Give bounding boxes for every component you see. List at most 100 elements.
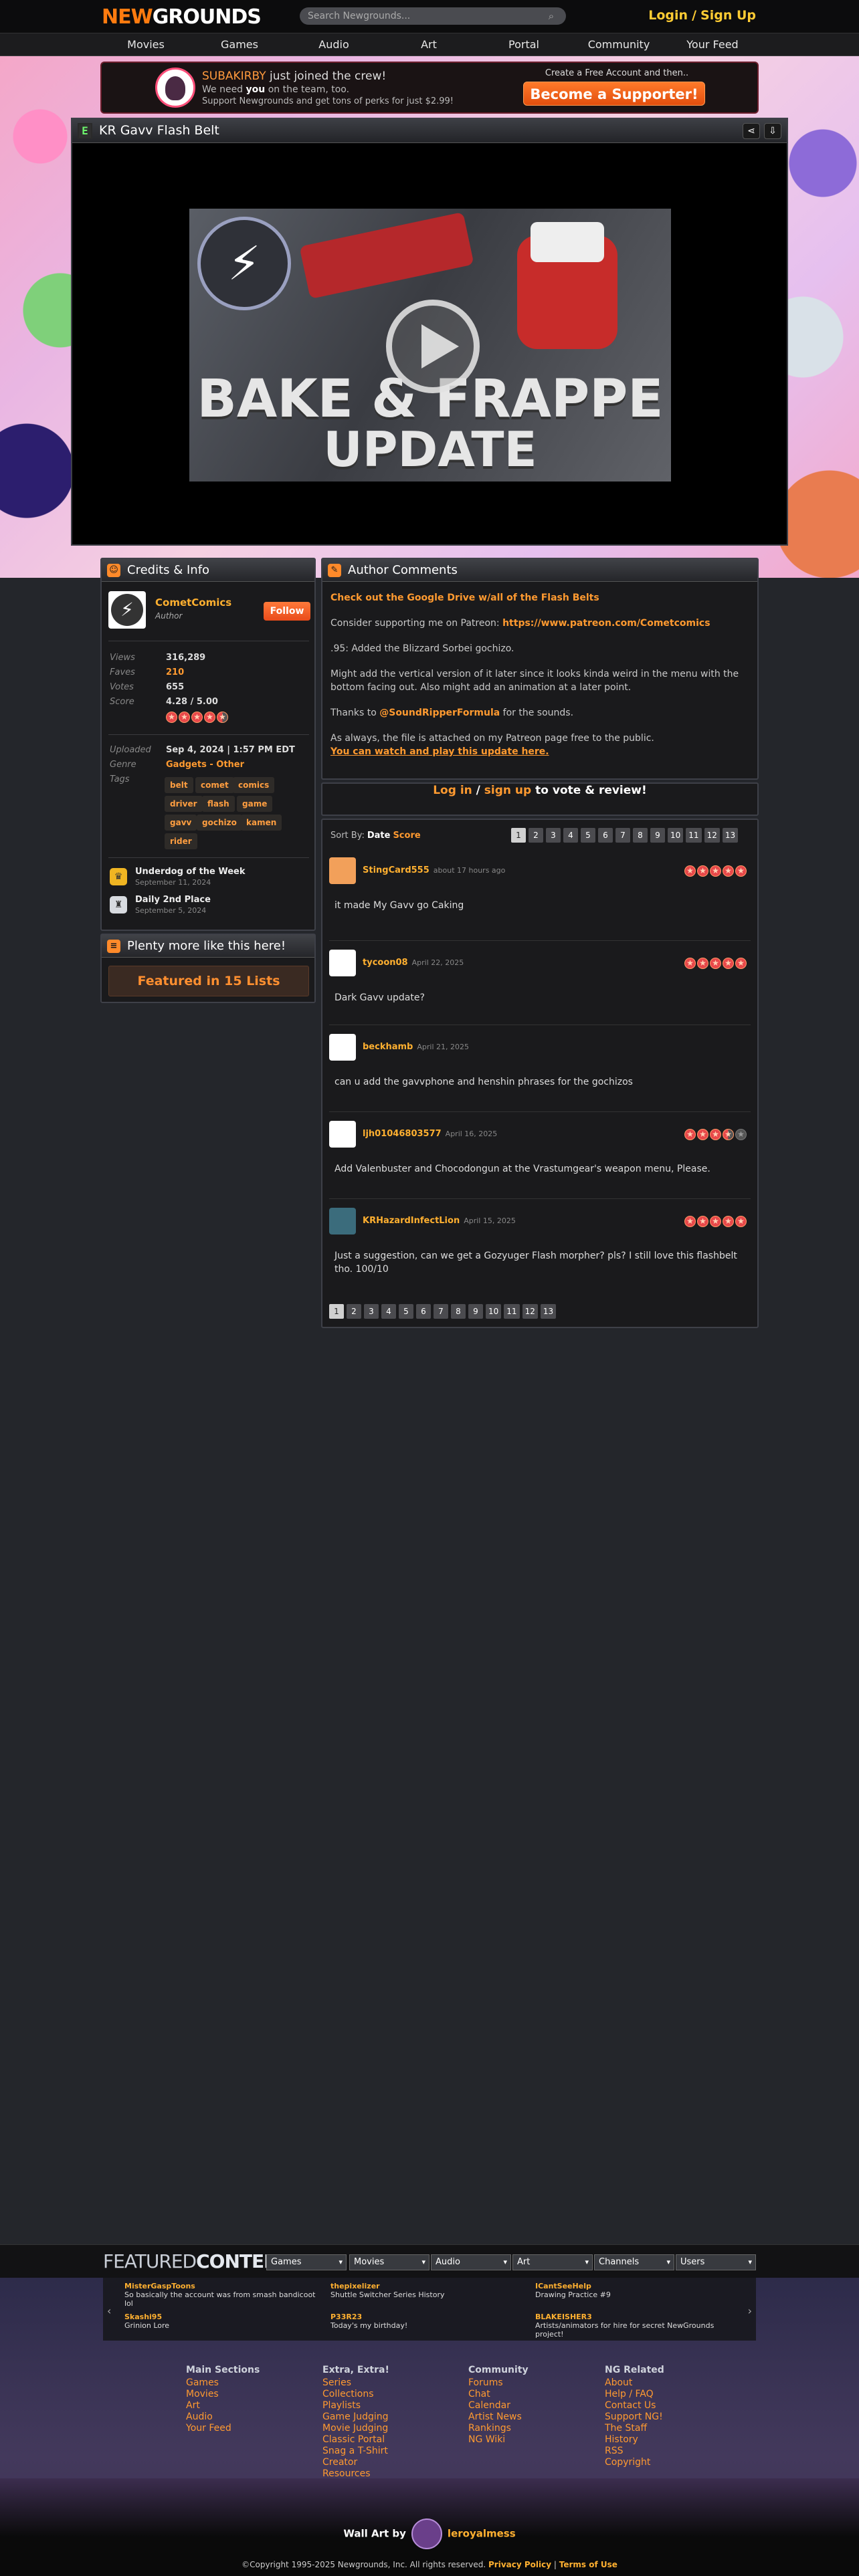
award-underdog[interactable]: ♛ Underdog of the Week September 11, 2024 [110, 867, 310, 891]
ticker-item[interactable]: ICantSeeHelp Drawing Practice #9 [535, 2282, 729, 2299]
page-9-button[interactable]: 9 [468, 1304, 483, 1319]
download-icon[interactable]: ⇩ [764, 123, 781, 139]
reviewer-name[interactable]: StingCard555 [363, 865, 430, 875]
footer-link[interactable]: Chat [468, 2389, 529, 2400]
stat-value[interactable]: 210 [166, 667, 184, 677]
become-supporter-button[interactable]: Become a Supporter! [523, 82, 705, 106]
video-thumbnail[interactable]: ⚡ BAKE & FRAPPE UPDATE [189, 209, 671, 481]
reviewer-name[interactable]: beckhamb [363, 1042, 413, 1052]
sound-credit-link[interactable]: @SoundRipperFormula [379, 708, 500, 718]
nav-movies[interactable]: Movies [102, 33, 189, 56]
footer-link[interactable]: Copyright [605, 2457, 664, 2468]
author-avatar[interactable] [108, 591, 146, 629]
tag-comics[interactable]: comics [233, 777, 275, 793]
page-5-button[interactable]: 5 [399, 1304, 413, 1319]
footer-link[interactable]: Artist News [468, 2411, 529, 2423]
reviewer-name[interactable]: ljh01046803577 [363, 1129, 442, 1139]
reviewer-avatar[interactable] [329, 857, 356, 884]
search-input[interactable] [308, 11, 545, 21]
page-7-button[interactable]: 7 [434, 1304, 448, 1319]
tag-comet[interactable]: comet [195, 777, 234, 793]
drive-link[interactable]: Check out the Google Drive w/all of the … [330, 591, 748, 605]
footer-link[interactable]: Your Feed [186, 2423, 260, 2434]
privacy-link[interactable]: Privacy Policy [488, 2560, 551, 2569]
author-name[interactable]: CometComics [155, 597, 231, 609]
page-12-button[interactable]: 12 [522, 1304, 538, 1319]
footer-link[interactable]: Audio [186, 2411, 260, 2423]
reviewer-avatar[interactable] [329, 1034, 356, 1061]
ticker-item[interactable]: thepixelizer Shuttle Switcher Series Hist… [330, 2282, 524, 2299]
footer-link[interactable]: Support NG! [605, 2411, 664, 2423]
page-6-button[interactable]: 6 [416, 1304, 431, 1319]
nav-your-feed[interactable]: Your Feed [669, 33, 756, 56]
share-icon[interactable]: ⋖ [743, 123, 760, 139]
login-vote-link[interactable]: Log in [433, 784, 472, 797]
ticker-item[interactable]: BLAKEISHER3 Artists/animators for hire fo… [535, 2313, 729, 2339]
page-13-button[interactable]: 13 [540, 1304, 557, 1319]
page-10-button[interactable]: 10 [486, 1304, 502, 1319]
footer-link[interactable]: Movie Judging [322, 2423, 389, 2434]
page-9-button[interactable]: 9 [650, 828, 665, 843]
ticker-item[interactable]: Skashi95 Grinion Lore [124, 2313, 318, 2330]
featured-select-users[interactable]: Users [676, 2254, 756, 2270]
follow-button[interactable]: Follow [264, 602, 310, 621]
footer-link[interactable]: NG Wiki [468, 2434, 529, 2446]
featured-select-movies[interactable]: Movies [349, 2254, 430, 2270]
nav-audio[interactable]: Audio [290, 33, 377, 56]
promo-username[interactable]: SUBAKIRBY [202, 70, 266, 83]
search-icon[interactable]: ⌕ [545, 10, 558, 22]
artist-avatar[interactable] [411, 2518, 442, 2549]
nav-portal[interactable]: Portal [480, 33, 567, 56]
tag-rider[interactable]: rider [165, 833, 197, 849]
footer-link[interactable]: The Staff [605, 2423, 664, 2434]
page-3-button[interactable]: 3 [546, 828, 561, 843]
footer-link[interactable]: Contact Us [605, 2400, 664, 2411]
drive-link-text[interactable]: Check out the Google Drive w/all of the … [330, 593, 599, 603]
signup-vote-link[interactable]: sign up [484, 784, 531, 797]
page-10-button[interactable]: 10 [668, 828, 684, 843]
footer-link[interactable]: RSS [605, 2446, 664, 2457]
new-supporter-avatar[interactable] [155, 68, 195, 108]
page-3-button[interactable]: 3 [364, 1304, 379, 1319]
tag-gochizo[interactable]: gochizo [197, 815, 242, 831]
page-2-button[interactable]: 2 [529, 828, 543, 843]
newgrounds-logo[interactable]: NEW GROUNDS [102, 5, 262, 29]
footer-link[interactable]: Playlists [322, 2400, 389, 2411]
reviewer-avatar[interactable] [329, 1208, 356, 1235]
page-6-button[interactable]: 6 [598, 828, 613, 843]
tag-belt[interactable]: belt [165, 777, 193, 793]
footer-link[interactable]: Games [186, 2377, 260, 2389]
footer-link[interactable]: Art [186, 2400, 260, 2411]
nav-community[interactable]: Community [575, 33, 662, 56]
page-8-button[interactable]: 8 [451, 1304, 466, 1319]
featured-select-channels[interactable]: Channels [594, 2254, 674, 2270]
page-13-button[interactable]: 13 [722, 828, 739, 843]
footer-link[interactable]: Movies [186, 2389, 260, 2400]
page-8-button[interactable]: 8 [633, 828, 648, 843]
ticker-item[interactable]: P33R23 Today's my birthday! [330, 2313, 524, 2330]
footer-link[interactable]: Forums [468, 2377, 529, 2389]
footer-link[interactable]: Series [322, 2377, 389, 2389]
page-5-button[interactable]: 5 [581, 828, 595, 843]
page-4-button[interactable]: 4 [381, 1304, 396, 1319]
footer-link[interactable]: Game Judging [322, 2411, 389, 2423]
genre-link[interactable]: Gadgets - Other [166, 760, 244, 770]
ticker-item[interactable]: MisterGaspToons So basically the account … [124, 2282, 318, 2308]
tag-gavv[interactable]: gavv [165, 815, 197, 831]
footer-link[interactable]: Creator [322, 2457, 389, 2468]
footer-link[interactable]: About [605, 2377, 664, 2389]
page-4-button[interactable]: 4 [563, 828, 578, 843]
tag-game[interactable]: game [237, 796, 273, 812]
featured-select-games[interactable]: Games [266, 2254, 347, 2270]
page-12-button[interactable]: 12 [704, 828, 720, 843]
tag-flash[interactable]: flash [202, 796, 235, 812]
page-2-button[interactable]: 2 [347, 1304, 361, 1319]
reviewer-avatar[interactable] [329, 950, 356, 976]
reviewer-avatar[interactable] [329, 1121, 356, 1148]
footer-link[interactable]: Snag a T-Shirt [322, 2446, 389, 2457]
play-button-icon[interactable] [386, 300, 480, 393]
patreon-link[interactable]: https://www.patreon.com/Cometcomics [502, 618, 710, 629]
footer-link[interactable]: Collections [322, 2389, 389, 2400]
ticker-prev-icon[interactable]: ‹ [107, 2304, 111, 2317]
nav-games[interactable]: Games [196, 33, 283, 56]
